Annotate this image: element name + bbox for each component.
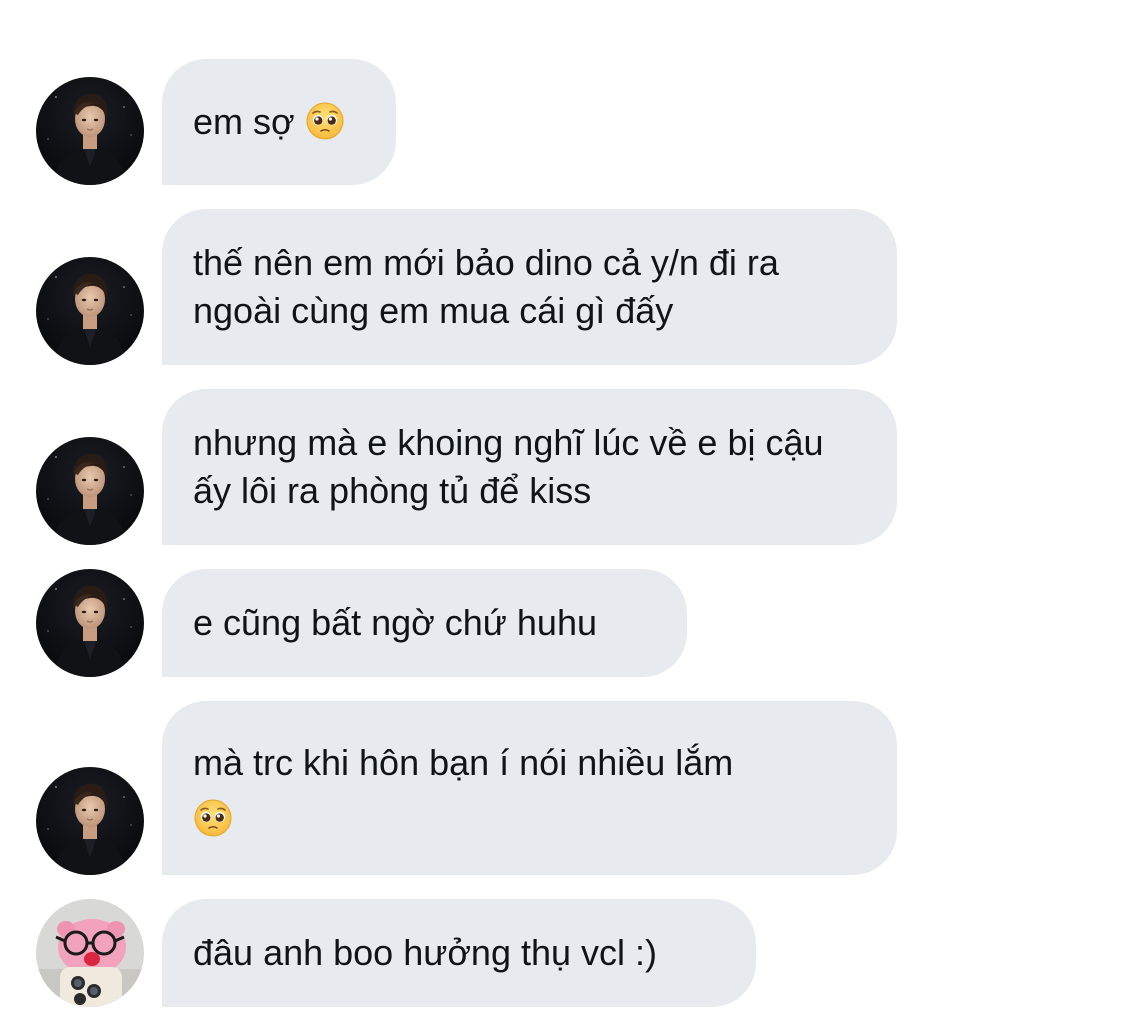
avatar-guy-icon <box>36 437 144 545</box>
message-text: nhưng mà e khoing nghĩ lúc về e bị cậu ấ… <box>193 422 824 511</box>
avatar[interactable] <box>36 437 144 545</box>
avatar[interactable] <box>36 569 144 677</box>
avatar-guy-icon <box>36 257 144 365</box>
message-text: e cũng bất ngờ chứ huhu <box>193 602 597 643</box>
message-row: mà trc khi hôn bạn í nói nhiều lắm <box>0 701 1125 875</box>
message-bubble[interactable]: thế nên em mới bảo dino cả y/n đi ra ngo… <box>162 209 897 365</box>
message-bubble[interactable]: nhưng mà e khoing nghĩ lúc về e bị cậu ấ… <box>162 389 897 545</box>
avatar[interactable] <box>36 77 144 185</box>
message-bubble[interactable]: e cũng bất ngờ chứ huhu <box>162 569 687 677</box>
message-bubble[interactable]: mà trc khi hôn bạn í nói nhiều lắm <box>162 701 897 875</box>
pleading-face-emoji-icon <box>193 798 233 838</box>
message-row: e cũng bất ngờ chứ huhu <box>0 569 1125 677</box>
avatar-guy-icon <box>36 569 144 677</box>
pleading-face-emoji-icon <box>305 101 345 141</box>
message-text: đâu anh boo hưởng thụ vcl :) <box>193 932 658 973</box>
message-bubble[interactable]: đâu anh boo hưởng thụ vcl :) <box>162 899 756 1007</box>
message-text: thế nên em mới bảo dino cả y/n đi ra ngo… <box>193 242 779 331</box>
avatar[interactable] <box>36 899 144 1007</box>
avatar-pink-plush-icon <box>36 899 144 1007</box>
message-text: em sợ <box>193 98 345 146</box>
avatar-guy-icon <box>36 767 144 875</box>
message-row: đâu anh boo hưởng thụ vcl :) <box>0 899 1125 1007</box>
avatar-guy-icon <box>36 77 144 185</box>
message-text: mà trc khi hôn bạn í nói nhiều lắm <box>193 735 733 847</box>
message-row: thế nên em mới bảo dino cả y/n đi ra ngo… <box>0 209 1125 365</box>
message-bubble[interactable]: em sợ <box>162 59 396 185</box>
message-row: nhưng mà e khoing nghĩ lúc về e bị cậu ấ… <box>0 389 1125 545</box>
avatar[interactable] <box>36 257 144 365</box>
avatar[interactable] <box>36 767 144 875</box>
message-row: em sợ <box>0 59 1125 185</box>
